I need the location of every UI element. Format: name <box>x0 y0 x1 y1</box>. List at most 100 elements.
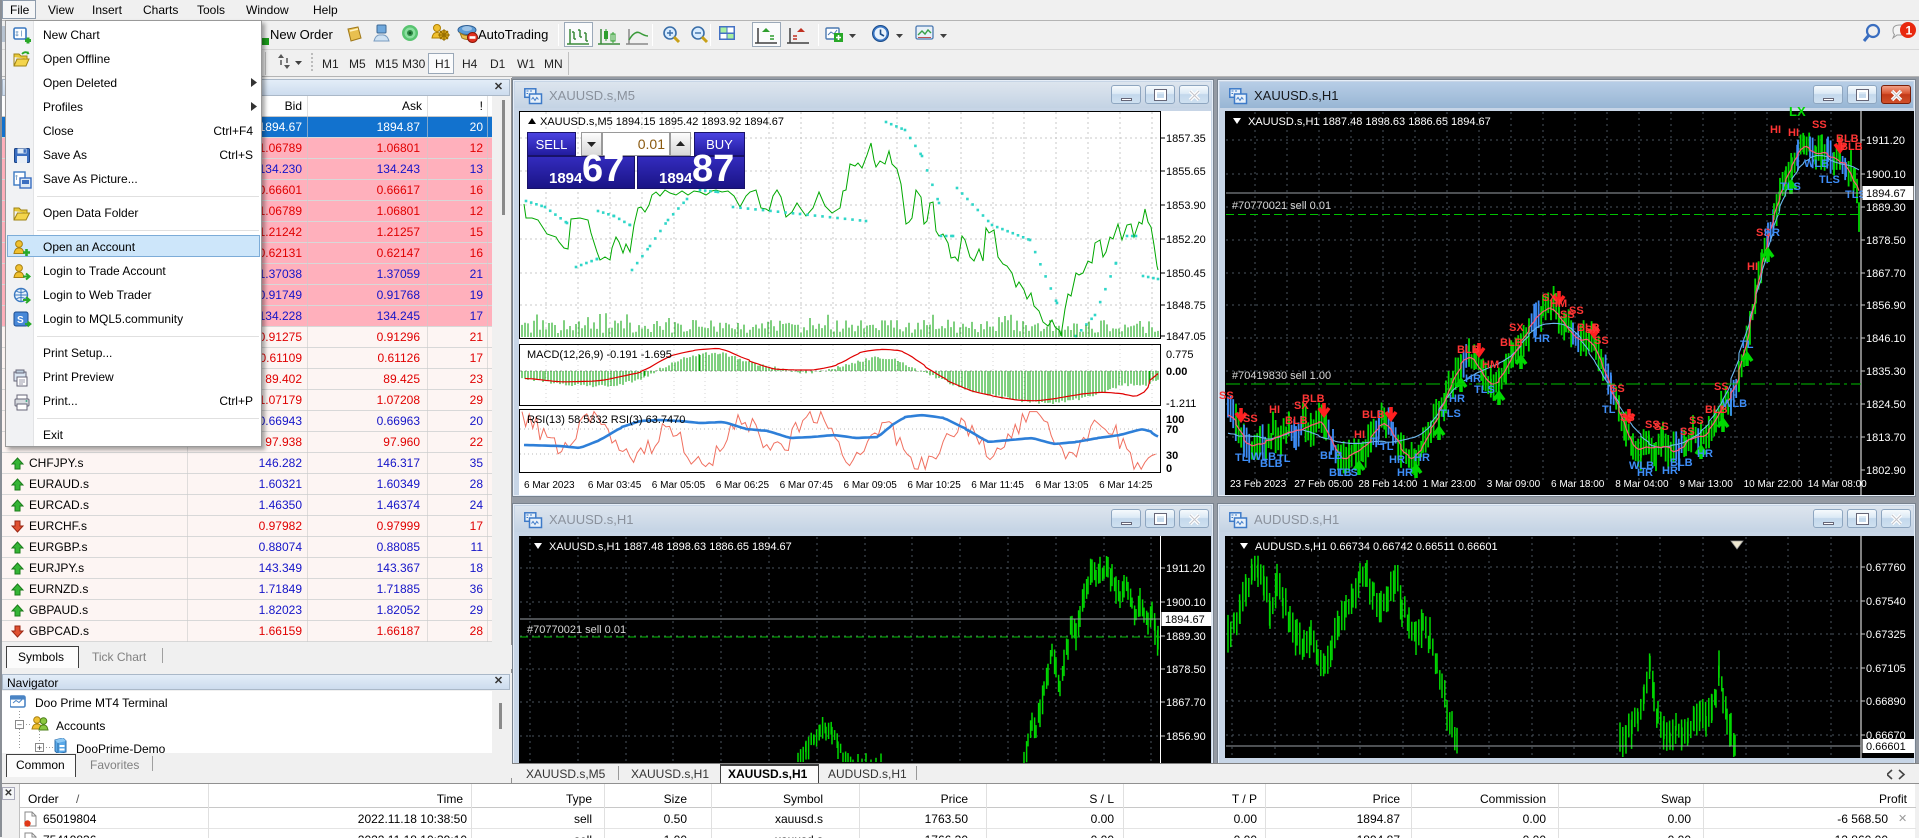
svg-text:10 Mar 22:00: 10 Mar 22:00 <box>1744 479 1803 490</box>
svg-text:BLB: BLB <box>1302 393 1325 405</box>
svg-text:TL: TL <box>1740 339 1754 351</box>
svg-text:27 Feb 05:00: 27 Feb 05:00 <box>1294 479 1353 490</box>
svg-text:0.67760: 0.67760 <box>1866 562 1906 574</box>
svg-text:1911.20: 1911.20 <box>1866 135 1905 147</box>
svg-text:HR: HR <box>1697 448 1713 460</box>
svg-text:1847.05: 1847.05 <box>1166 331 1206 343</box>
svg-text:6 Mar 10:25: 6 Mar 10:25 <box>907 480 961 491</box>
svg-text:XAUUSD.s,H1 1887.48 1898.63 1: XAUUSD.s,H1 1887.48 1898.63 1886.65 1894… <box>1248 116 1491 128</box>
svg-text:#70770021 sell 0.01: #70770021 sell 0.01 <box>527 624 626 636</box>
svg-text:BLB: BLB <box>1500 337 1523 349</box>
svg-text:1853.90: 1853.90 <box>1166 200 1206 212</box>
svg-text:0.67325: 0.67325 <box>1866 629 1906 641</box>
svg-text:HR: HR <box>1764 227 1780 239</box>
svg-text:1900.10: 1900.10 <box>1866 169 1906 181</box>
svg-text:1855.65: 1855.65 <box>1166 166 1206 178</box>
svg-text:0.67105: 0.67105 <box>1866 663 1906 675</box>
svg-text:6 Mar 13:05: 6 Mar 13:05 <box>1035 480 1089 491</box>
svg-text:#70770021 sell 0.01: #70770021 sell 0.01 <box>1232 200 1331 212</box>
svg-text:1889.30: 1889.30 <box>1866 202 1906 214</box>
svg-text:0.67540: 0.67540 <box>1866 596 1906 608</box>
svg-text:6 Mar 11:45: 6 Mar 11:45 <box>971 480 1024 491</box>
svg-text:BLB: BLB <box>1320 450 1343 462</box>
svg-text:HI: HI <box>1747 261 1758 273</box>
svg-text:SS: SS <box>1610 383 1625 395</box>
svg-text:AUDUSD.s,H1 0.66734 0.66742 0: AUDUSD.s,H1 0.66734 0.66742 0.66511 0.66… <box>1255 541 1498 553</box>
svg-text:TLS: TLS <box>1474 384 1495 396</box>
svg-text:1857.35: 1857.35 <box>1166 133 1206 145</box>
svg-text:HR: HR <box>1397 467 1413 479</box>
svg-text:SS: SS <box>1243 413 1258 425</box>
svg-text:TLS: TLS <box>1440 408 1461 420</box>
svg-text:0: 0 <box>1166 463 1172 475</box>
svg-text:BLB: BLB <box>1362 409 1385 421</box>
svg-text:TLS: TLS <box>1819 174 1840 186</box>
svg-text:6 Mar 03:45: 6 Mar 03:45 <box>588 480 642 491</box>
svg-text:SS: SS <box>1812 119 1827 131</box>
svg-text:BLB: BLB <box>1285 415 1308 427</box>
svg-text:1867.70: 1867.70 <box>1866 268 1906 280</box>
svg-text:1894.67: 1894.67 <box>1165 614 1205 626</box>
svg-text:SX: SX <box>1509 322 1524 334</box>
svg-text:28 Feb 14:00: 28 Feb 14:00 <box>1358 479 1417 490</box>
svg-text:30: 30 <box>1166 450 1178 462</box>
svg-text:HM: HM <box>1482 359 1499 371</box>
svg-text:HR: HR <box>1534 333 1550 345</box>
svg-text:SS: SS <box>1689 415 1704 427</box>
svg-text:XAUUSD.s,H1 1887.48 1898.63 1: XAUUSD.s,H1 1887.48 1898.63 1886.65 1894… <box>549 541 792 553</box>
svg-text:SS: SS <box>1714 381 1729 393</box>
svg-text:MACD(12,26,9) -0.191 -1.695: MACD(12,26,9) -0.191 -1.695 <box>527 349 672 361</box>
svg-text:SS: SS <box>1680 426 1695 438</box>
svg-text:HR: HR <box>1414 452 1430 464</box>
svg-text:RSI(13) 58.5332 RSI(3) 63.747: RSI(13) 58.5332 RSI(3) 63.7470 <box>527 414 685 426</box>
svg-text:HR: HR <box>1389 454 1405 466</box>
svg-text:TL: TL <box>1602 404 1616 416</box>
svg-text:SS: SS <box>1594 335 1609 347</box>
svg-text:WLB: WLB <box>1722 398 1747 410</box>
svg-text:BLB: BLB <box>1457 344 1480 356</box>
svg-text:1850.45: 1850.45 <box>1166 268 1206 280</box>
svg-text:TLS: TLS <box>1337 467 1358 479</box>
svg-text:SS: SS <box>1620 412 1635 424</box>
svg-text:1852.20: 1852.20 <box>1166 234 1206 246</box>
svg-text:1848.75: 1848.75 <box>1166 300 1206 312</box>
svg-text:SS: SS <box>1569 305 1584 317</box>
svg-text:0.775: 0.775 <box>1166 349 1194 361</box>
svg-text:1894.67: 1894.67 <box>1866 188 1906 200</box>
svg-text:-1.211: -1.211 <box>1166 398 1196 410</box>
svg-text:XAUUSD.s,M5 1894.15 1895.42 1: XAUUSD.s,M5 1894.15 1895.42 1893.92 1894… <box>540 116 784 128</box>
svg-text:HI: HI <box>1770 124 1781 136</box>
svg-text:#70419830 sell 1.00: #70419830 sell 1.00 <box>1232 370 1331 382</box>
svg-text:BLB: BLB <box>1840 141 1863 153</box>
svg-text:1911.20: 1911.20 <box>1166 563 1205 575</box>
svg-text:1878.50: 1878.50 <box>1166 664 1206 676</box>
svg-text:WLB: WLB <box>1804 158 1829 170</box>
svg-text:TL: TL <box>1277 453 1291 465</box>
svg-text:TL: TL <box>1380 441 1394 453</box>
svg-text:1878.50: 1878.50 <box>1866 235 1906 247</box>
svg-text:1889.30: 1889.30 <box>1166 631 1206 643</box>
svg-text:6 Mar 06:25: 6 Mar 06:25 <box>716 480 770 491</box>
svg-text:HI: HI <box>1269 404 1280 416</box>
svg-text:1802.90: 1802.90 <box>1866 465 1906 477</box>
svg-text:0.00: 0.00 <box>1166 366 1187 378</box>
svg-text:1867.70: 1867.70 <box>1166 697 1206 709</box>
svg-text:1856.90: 1856.90 <box>1866 300 1906 312</box>
svg-text:HR: HR <box>1637 467 1653 479</box>
svg-text:3 Mar 09:00: 3 Mar 09:00 <box>1487 479 1541 490</box>
svg-text:1 Mar 23:00: 1 Mar 23:00 <box>1423 479 1477 490</box>
svg-text:TLS: TLS <box>1780 181 1801 193</box>
svg-text:1856.90: 1856.90 <box>1166 731 1206 743</box>
svg-text:BLB: BLB <box>1670 457 1693 469</box>
svg-text:HR: HR <box>1449 393 1465 405</box>
svg-text:6 Mar 2023: 6 Mar 2023 <box>524 480 575 491</box>
svg-text:LX: LX <box>1789 104 1806 119</box>
svg-text:9 Mar 13:00: 9 Mar 13:00 <box>1679 479 1733 490</box>
svg-text:6 Mar 05:05: 6 Mar 05:05 <box>652 480 706 491</box>
svg-text:HI: HI <box>1788 127 1799 139</box>
svg-text:8 Mar 04:00: 8 Mar 04:00 <box>1615 479 1669 490</box>
svg-text:6 Mar 07:45: 6 Mar 07:45 <box>780 480 834 491</box>
svg-text:1813.70: 1813.70 <box>1866 432 1906 444</box>
svg-text:23 Feb 2023: 23 Feb 2023 <box>1230 479 1287 490</box>
svg-text:SS: SS <box>1654 421 1669 433</box>
